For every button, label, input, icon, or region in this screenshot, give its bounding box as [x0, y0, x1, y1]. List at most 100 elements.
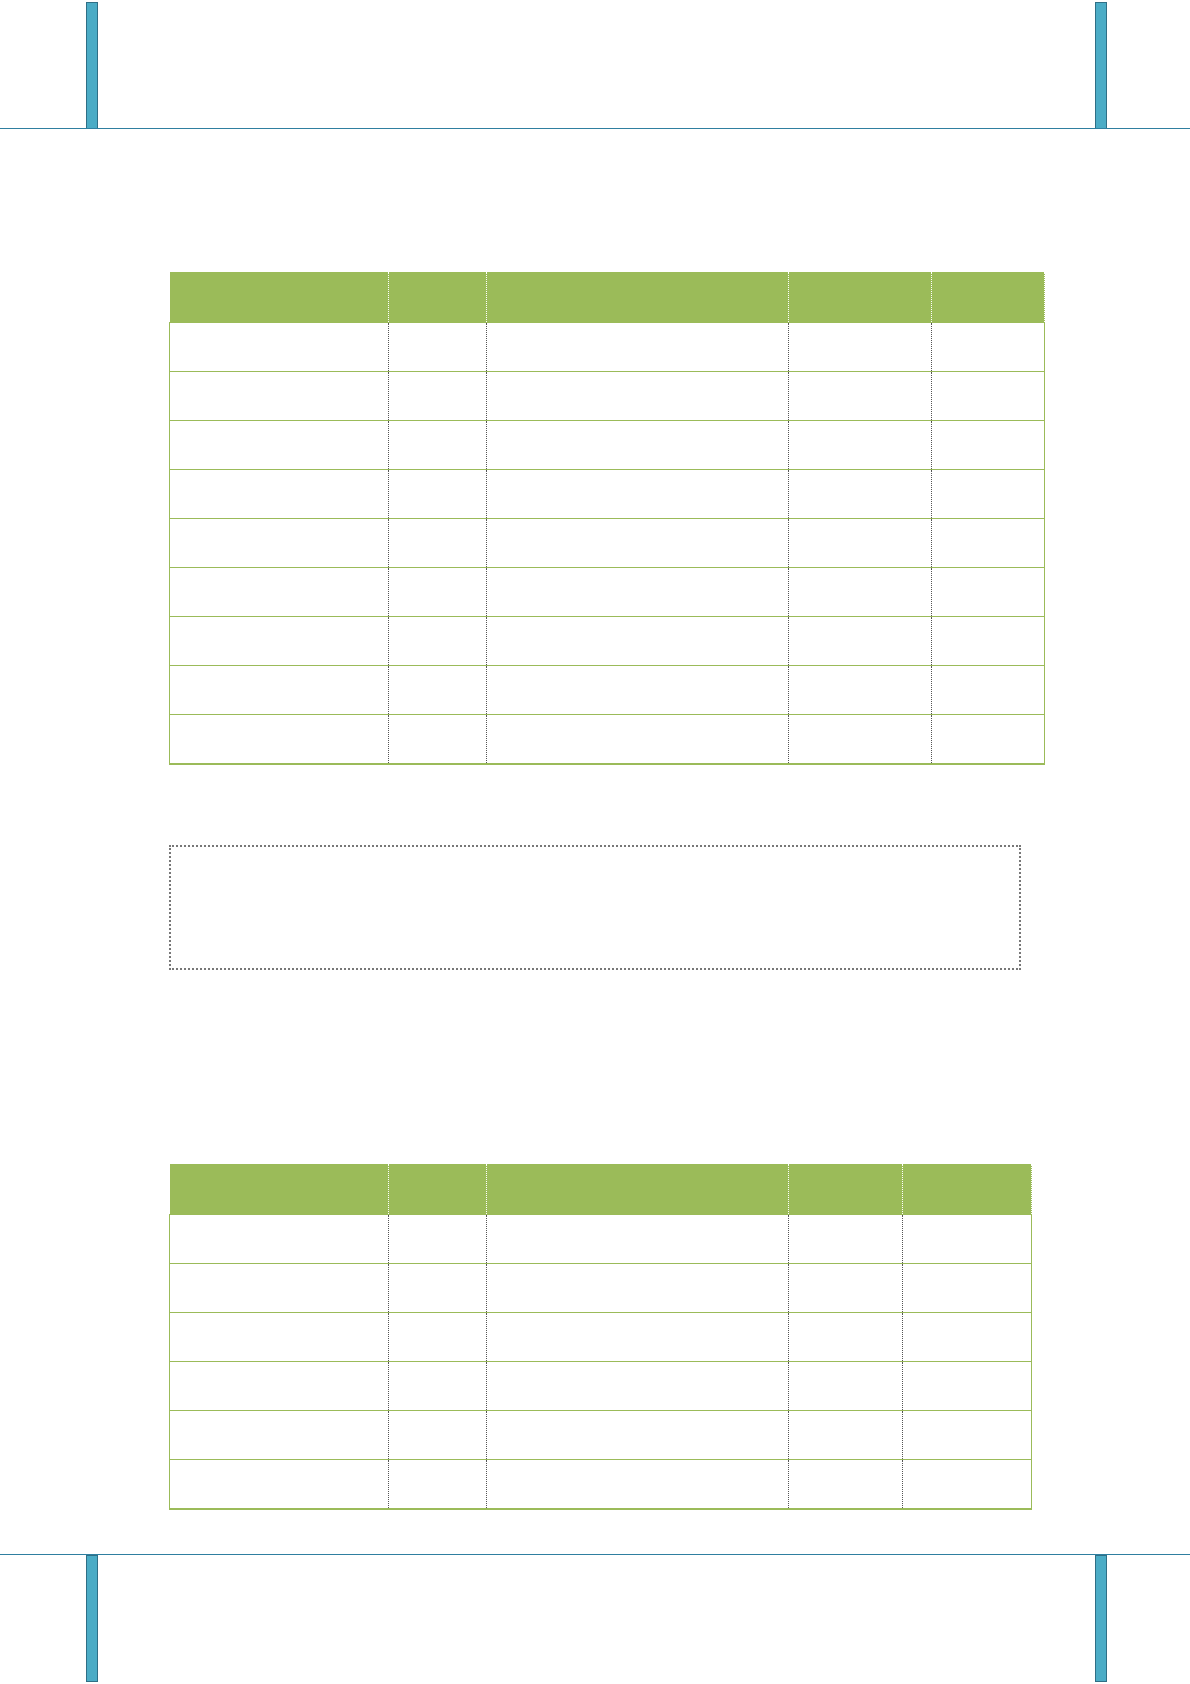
- note-box: [169, 845, 1021, 970]
- table-cell: [169, 1312, 389, 1362]
- table-cell: [788, 420, 932, 470]
- table-cell: [931, 714, 1045, 765]
- table-cell: [169, 665, 389, 715]
- top-right-accent-bar: [1095, 2, 1107, 129]
- table-cell: [931, 567, 1045, 617]
- table-cell: [388, 322, 487, 372]
- table-cell: [486, 1312, 789, 1362]
- table-cell: [169, 1459, 389, 1510]
- table-row: [169, 1214, 1032, 1264]
- table-cell: [788, 1410, 903, 1460]
- table-cell: [788, 1312, 903, 1362]
- table-row: [169, 322, 1045, 372]
- table-cell: [486, 1214, 789, 1264]
- table-cell: [486, 322, 789, 372]
- table-cell: [169, 1214, 389, 1264]
- table-cell: [902, 1263, 1032, 1313]
- table1-header-cell: [788, 272, 932, 323]
- table-cell: [486, 616, 789, 666]
- table-row: [169, 1263, 1032, 1313]
- table-row: [169, 616, 1045, 666]
- table-cell: [788, 616, 932, 666]
- table-cell: [902, 1410, 1032, 1460]
- table1-header-cell: [169, 272, 389, 323]
- table-row: [169, 665, 1045, 715]
- table-cell: [902, 1459, 1032, 1510]
- table-1: [169, 272, 1045, 765]
- table1-header-cell: [486, 272, 789, 323]
- table-cell: [486, 1361, 789, 1411]
- table-cell: [788, 714, 932, 765]
- table2-header-cell: [388, 1164, 487, 1215]
- table-cell: [931, 371, 1045, 421]
- table-cell: [486, 567, 789, 617]
- table-cell: [388, 616, 487, 666]
- bottom-left-accent-bar: [86, 1555, 98, 1682]
- table2-header-cell: [486, 1164, 789, 1215]
- table-cell: [486, 420, 789, 470]
- table-cell: [486, 371, 789, 421]
- table-row: [169, 371, 1045, 421]
- table-cell: [788, 322, 932, 372]
- table-cell: [486, 1459, 789, 1510]
- table-cell: [486, 469, 789, 519]
- table-cell: [388, 518, 487, 568]
- table2-header-cell: [169, 1164, 389, 1215]
- table-row: [169, 714, 1045, 765]
- table-cell: [388, 371, 487, 421]
- table-cell: [902, 1361, 1032, 1411]
- bottom-right-accent-bar: [1095, 1555, 1107, 1682]
- table-cell: [788, 665, 932, 715]
- table-1-header-row: [169, 272, 1045, 323]
- table-cell: [169, 1263, 389, 1313]
- table-cell: [169, 518, 389, 568]
- table-cell: [486, 518, 789, 568]
- table-cell: [931, 420, 1045, 470]
- table-row: [169, 1361, 1032, 1411]
- table-cell: [788, 1214, 903, 1264]
- table-cell: [169, 1410, 389, 1460]
- table-cell: [388, 665, 487, 715]
- table-row: [169, 1459, 1032, 1510]
- table-cell: [931, 616, 1045, 666]
- table-cell: [788, 469, 932, 519]
- table-cell: [388, 1312, 487, 1362]
- table-cell: [388, 1459, 487, 1510]
- table2-header-cell: [788, 1164, 903, 1215]
- table-2: [169, 1164, 1032, 1510]
- table-row: [169, 1410, 1032, 1460]
- table-cell: [388, 420, 487, 470]
- table-cell: [902, 1312, 1032, 1362]
- table-cell: [931, 665, 1045, 715]
- footer-rule: [0, 1554, 1190, 1555]
- table-cell: [169, 567, 389, 617]
- table-cell: [788, 1263, 903, 1313]
- header-rule: [0, 128, 1190, 129]
- table-cell: [169, 616, 389, 666]
- table-cell: [388, 1214, 487, 1264]
- table-cell: [902, 1214, 1032, 1264]
- table-row: [169, 1312, 1032, 1362]
- table-cell: [788, 371, 932, 421]
- table-cell: [788, 567, 932, 617]
- table-cell: [788, 518, 932, 568]
- table-row: [169, 469, 1045, 519]
- table-row: [169, 567, 1045, 617]
- table-cell: [486, 714, 789, 765]
- table-cell: [169, 322, 389, 372]
- table-cell: [788, 1459, 903, 1510]
- table-row: [169, 518, 1045, 568]
- table-cell: [486, 665, 789, 715]
- table-cell: [169, 371, 389, 421]
- table-cell: [388, 1263, 487, 1313]
- table-cell: [388, 1410, 487, 1460]
- table1-header-cell: [931, 272, 1045, 323]
- table-cell: [931, 469, 1045, 519]
- table-cell: [388, 469, 487, 519]
- top-left-accent-bar: [86, 2, 98, 129]
- table1-header-cell: [388, 272, 487, 323]
- table-cell: [169, 714, 389, 765]
- table-cell: [931, 518, 1045, 568]
- table-cell: [788, 1361, 903, 1411]
- table-cell: [388, 567, 487, 617]
